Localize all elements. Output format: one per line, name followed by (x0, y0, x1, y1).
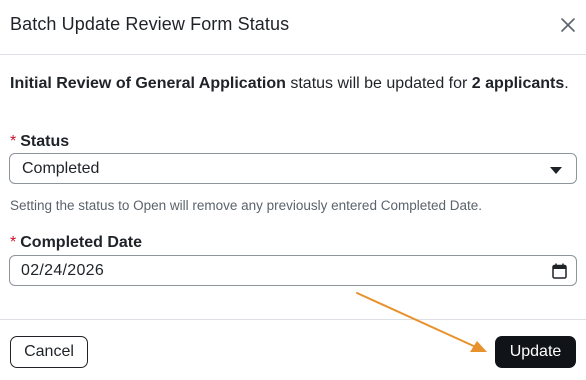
annotation-arrow (356, 292, 487, 352)
status-select-value: Completed (22, 160, 100, 177)
required-marker: * (10, 133, 17, 150)
status-select[interactable]: Completed (9, 153, 577, 184)
footer-divider (0, 319, 586, 320)
dialog-header: Batch Update Review Form Status (0, 0, 586, 55)
completed-date-label-text: Completed Date (20, 234, 143, 251)
status-help-text: Setting the status to Open will remove a… (10, 198, 482, 213)
intro-middle-text: status will be updated for (285, 75, 472, 92)
cancel-button[interactable]: Cancel (10, 336, 88, 368)
completed-date-input[interactable]: 02/24/2026 (9, 255, 577, 286)
calendar-icon[interactable] (552, 263, 567, 279)
close-icon[interactable] (557, 14, 579, 36)
dialog-title: Batch Update Review Form Status (10, 14, 290, 34)
applicant-count: 2 applicants (471, 75, 565, 92)
required-marker: * (10, 234, 17, 251)
intro-end-text: . (564, 75, 569, 92)
status-label: * Status (10, 133, 69, 151)
completed-date-label: * Completed Date (10, 234, 142, 252)
intro-message: Initial Review of General Application st… (10, 72, 570, 96)
caret-down-icon (550, 167, 562, 174)
status-label-text: Status (20, 133, 70, 150)
form-name: Initial Review of General Application (10, 75, 286, 92)
update-button[interactable]: Update (495, 336, 576, 368)
completed-date-value: 02/24/2026 (21, 262, 105, 279)
